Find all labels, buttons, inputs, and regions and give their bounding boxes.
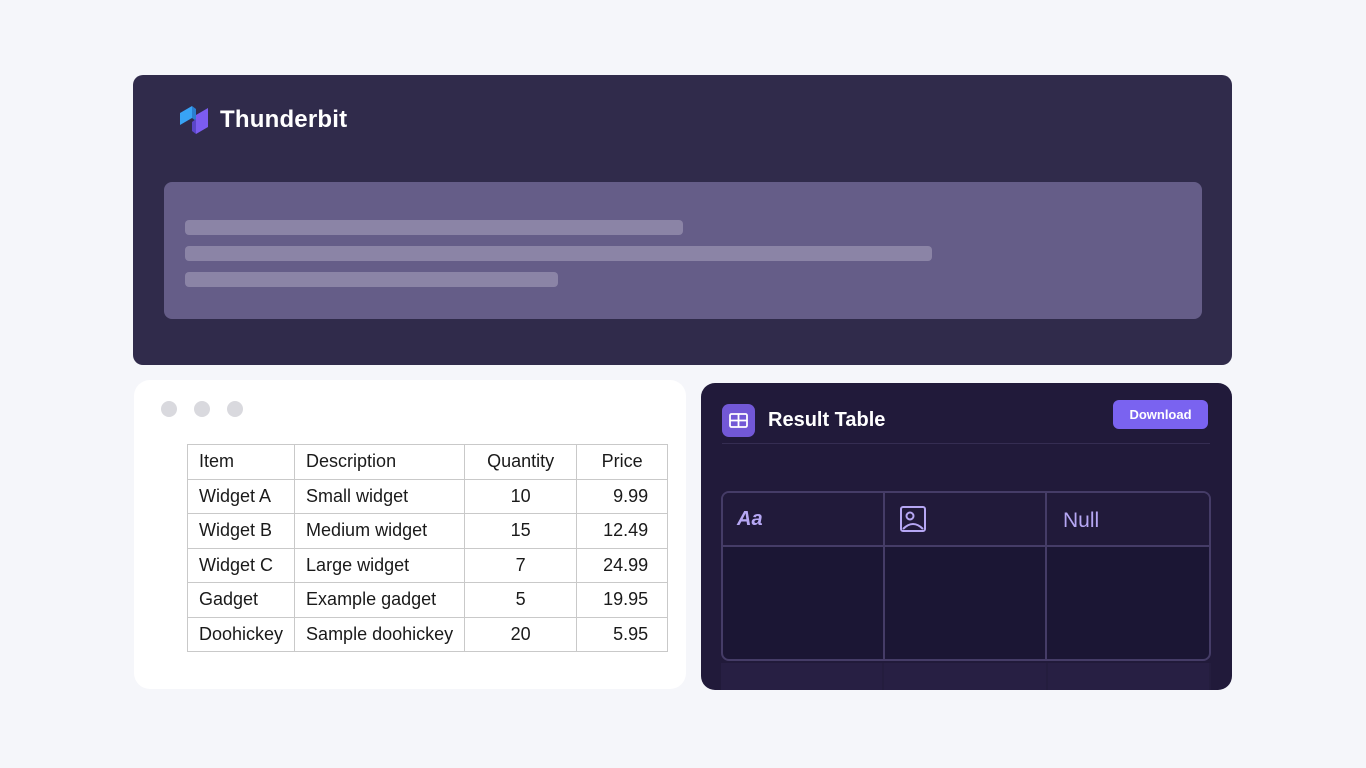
table-row: Gadget Example gadget 5 19.95	[186, 582, 669, 618]
column-header-text[interactable]: Aa	[723, 493, 885, 547]
column-header-null[interactable]: Null	[1047, 493, 1209, 547]
table-cell[interactable]: Doohickey	[186, 616, 296, 652]
window-controls	[161, 401, 243, 417]
grid-cell	[884, 663, 1048, 690]
table-cell[interactable]: 9.99	[576, 478, 669, 514]
column-header: Description	[294, 444, 466, 480]
placeholder-line	[185, 272, 558, 287]
result-table-card: Result Table Download Aa Null	[701, 383, 1232, 690]
column-header-image[interactable]	[885, 493, 1047, 547]
divider	[722, 443, 1210, 444]
source-table: Item Description Quantity Price Widget A…	[186, 444, 669, 652]
grid-overflow	[721, 663, 1211, 690]
table-cell[interactable]: Small widget	[294, 478, 466, 514]
table-cell[interactable]: Sample doohickey	[294, 616, 466, 652]
table-cell[interactable]: Widget C	[186, 547, 296, 583]
grid-cell[interactable]	[1047, 547, 1209, 659]
table-cell[interactable]: 20	[464, 616, 578, 652]
table-header-row: Item Description Quantity Price	[186, 444, 669, 480]
download-button[interactable]: Download	[1113, 400, 1208, 429]
thunderbit-logo-icon	[180, 106, 208, 134]
top-panel: Thunderbit	[133, 75, 1232, 365]
column-header: Price	[576, 444, 669, 480]
grid-cell	[721, 663, 885, 690]
grid-cell	[1047, 663, 1211, 690]
table-row: Doohickey Sample doohickey 20 5.95	[186, 616, 669, 652]
column-header: Item	[186, 444, 296, 480]
table-cell[interactable]: 15	[464, 513, 578, 549]
minimize-dot-icon[interactable]	[194, 401, 210, 417]
result-grid: Aa Null	[721, 491, 1211, 661]
table-cell[interactable]: 7	[464, 547, 578, 583]
image-icon	[900, 506, 926, 532]
table-cell[interactable]: Widget A	[186, 478, 296, 514]
table-cell[interactable]: Widget B	[186, 513, 296, 549]
grid-cell[interactable]	[885, 547, 1047, 659]
table-icon	[722, 404, 755, 437]
table-cell[interactable]: Example gadget	[294, 582, 466, 618]
column-header: Quantity	[464, 444, 578, 480]
table-row: Widget A Small widget 10 9.99	[186, 478, 669, 514]
placeholder-line	[185, 246, 932, 261]
table-cell[interactable]: 12.49	[576, 513, 669, 549]
brand-name: Thunderbit	[220, 106, 348, 133]
prompt-box[interactable]	[164, 182, 1202, 319]
table-cell[interactable]: 5	[464, 582, 578, 618]
table-cell[interactable]: 24.99	[576, 547, 669, 583]
table-cell[interactable]: Medium widget	[294, 513, 466, 549]
spreadsheet-card: Item Description Quantity Price Widget A…	[134, 380, 686, 689]
text-type-icon: Aa	[737, 507, 763, 530]
result-header: Result Table	[722, 404, 885, 437]
table-cell[interactable]: 5.95	[576, 616, 669, 652]
grid-cell[interactable]	[723, 547, 885, 659]
table-row: Widget C Large widget 7 24.99	[186, 547, 669, 583]
brand: Thunderbit	[178, 105, 347, 135]
close-dot-icon[interactable]	[161, 401, 177, 417]
table-cell[interactable]: Gadget	[186, 582, 296, 618]
maximize-dot-icon[interactable]	[227, 401, 243, 417]
null-label: Null	[1063, 509, 1100, 532]
result-table-title: Result Table	[768, 409, 886, 431]
placeholder-line	[185, 220, 683, 235]
table-cell[interactable]: 19.95	[576, 582, 669, 618]
table-cell[interactable]: Large widget	[294, 547, 466, 583]
table-row: Widget B Medium widget 15 12.49	[186, 513, 669, 549]
table-cell[interactable]: 10	[464, 478, 578, 514]
